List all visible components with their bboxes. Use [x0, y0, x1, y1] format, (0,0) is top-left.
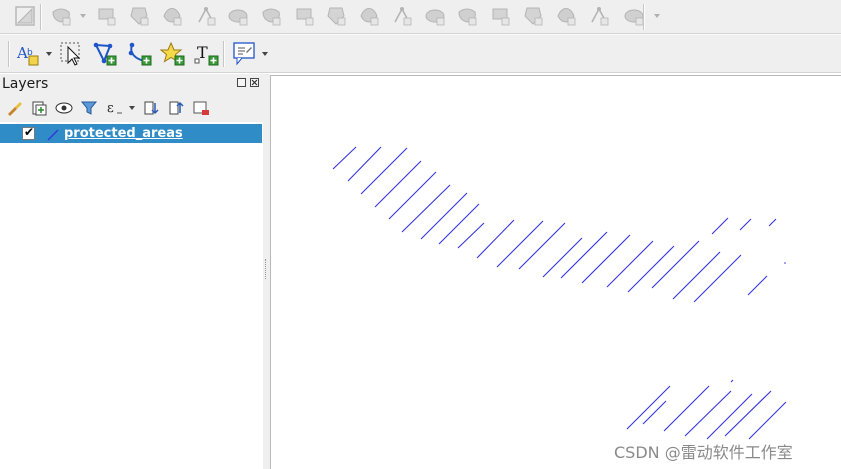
- dropdown-arrow-icon[interactable]: [654, 14, 660, 18]
- polygon-hatch-line: [496, 220, 544, 268]
- polygon-hatch-line: [711, 217, 729, 235]
- add-text-annotation-icon[interactable]: T: [194, 41, 220, 71]
- add-group-icon[interactable]: [30, 99, 48, 121]
- collapse-all-icon[interactable]: [167, 99, 185, 121]
- delete-feature-icon[interactable]: [127, 4, 151, 32]
- line-layer-symbol-icon: [46, 127, 60, 141]
- polygon-hatch-line: [693, 254, 742, 303]
- layer-row-protected-areas[interactable]: ✔ protected_areas: [0, 124, 262, 143]
- add-polygon-icon[interactable]: [92, 41, 118, 71]
- polygon-hatch-line: [672, 251, 721, 300]
- polygon-hatch-line: [388, 171, 437, 220]
- polygon-hatch-line: [560, 231, 608, 279]
- merge-features-icon[interactable]: [521, 4, 545, 32]
- split-parts-icon[interactable]: [455, 4, 479, 32]
- toggle-editing-icon[interactable]: [13, 4, 37, 32]
- polygon-hatch-line: [332, 146, 357, 170]
- remove-layer-icon[interactable]: [192, 99, 210, 121]
- polygon-hatch-dot: [784, 262, 786, 264]
- add-feature-icon[interactable]: [49, 4, 73, 32]
- polygon-hatch-line: [374, 160, 422, 208]
- add-ring-icon[interactable]: [194, 4, 218, 32]
- polygon-hatch-line: [747, 275, 768, 296]
- splitter-grip[interactable]: [265, 259, 268, 279]
- map-rendering[interactable]: [271, 76, 841, 469]
- move-feature-icon[interactable]: [94, 4, 118, 32]
- offset-curve-icon[interactable]: [390, 4, 414, 32]
- polygon-hatch-line: [542, 237, 583, 278]
- polygon-hatch-line: [684, 390, 732, 437]
- dropdown-arrow-icon[interactable]: [80, 14, 86, 18]
- polygon-hatch-line: [663, 385, 710, 432]
- label-dropdown-arrow-icon[interactable]: [46, 52, 52, 56]
- layers-panel: Layers ε ✔ protected_areas: [0, 74, 264, 469]
- label-annotation-toolbar: Ab T: [0, 34, 841, 73]
- vertex-tool-icon[interactable]: [423, 4, 447, 32]
- polygon-hatch-line: [476, 219, 515, 259]
- polygon-hatch-line: [581, 234, 631, 284]
- toolbar-separator: [643, 4, 645, 30]
- polygon-hatch-line: [768, 218, 777, 227]
- filter-legend-icon[interactable]: [80, 99, 98, 121]
- layer-visibility-checkbox[interactable]: ✔: [22, 125, 35, 140]
- select-features-icon[interactable]: [59, 41, 85, 71]
- annotation-dropdown-arrow-icon[interactable]: [262, 52, 268, 56]
- map-canvas[interactable]: [270, 75, 841, 469]
- polygon-hatch-line: [420, 192, 468, 240]
- delete-part-icon[interactable]: [324, 4, 348, 32]
- fill-ring-icon[interactable]: [259, 4, 283, 32]
- split-features-icon[interactable]: [488, 4, 512, 32]
- polygon-hatch-line: [606, 240, 654, 288]
- add-line-icon[interactable]: [127, 41, 153, 71]
- style-brush-icon[interactable]: [5, 99, 23, 121]
- delete-ring-icon[interactable]: [292, 4, 316, 32]
- polygon-hatch-line: [457, 222, 485, 249]
- polygon-hatch-line: [730, 379, 734, 383]
- add-part-icon[interactable]: [226, 4, 250, 32]
- checkmark: ✔: [24, 125, 35, 139]
- annotation-options-icon[interactable]: [232, 41, 258, 71]
- polygon-hatch-line: [651, 240, 700, 289]
- polygon-hatch-line: [627, 245, 675, 293]
- toolbar-separator: [40, 4, 42, 30]
- layer-tree[interactable]: ✔ protected_areas: [0, 122, 263, 469]
- layers-panel-toolbar: ε: [0, 94, 263, 122]
- polygon-hatch-line: [347, 146, 382, 182]
- layers-panel-title: Layers: [2, 76, 49, 92]
- label-toolbar-icons: Ab T: [0, 35, 841, 72]
- visibility-eye-icon[interactable]: [55, 99, 73, 121]
- add-point-star-icon[interactable]: [159, 41, 186, 71]
- close-panel-icon[interactable]: [250, 78, 259, 87]
- label-tool-icon[interactable]: Ab: [16, 41, 42, 71]
- polygon-hatch-line: [360, 147, 408, 195]
- layer-name[interactable]: protected_areas: [64, 126, 183, 141]
- rotate-feature-icon[interactable]: [160, 4, 184, 32]
- svg-text:ε: ε: [107, 101, 114, 116]
- expression-dropdown-arrow-icon[interactable]: [129, 106, 135, 110]
- polygon-hatch-line: [739, 218, 752, 231]
- layers-panel-titlebar: Layers: [0, 74, 263, 94]
- filter-expression-icon[interactable]: ε: [106, 99, 124, 121]
- expand-all-icon[interactable]: [142, 99, 160, 121]
- toolbar-separator: [223, 41, 225, 67]
- reshape-features-icon[interactable]: [357, 4, 381, 32]
- digitizing-toolbar: [0, 0, 841, 34]
- digitizing-toolbar-icons: [0, 0, 841, 33]
- panel-splitter[interactable]: [263, 74, 270, 469]
- polygon-hatch-line: [401, 184, 451, 233]
- merge-attributes-icon[interactable]: [554, 4, 578, 32]
- float-panel-icon[interactable]: [237, 78, 246, 87]
- polygon-hatch-line: [438, 203, 480, 245]
- toolbar-separator: [8, 41, 10, 67]
- polygon-hatch-line: [642, 400, 667, 425]
- simplify-feature-icon[interactable]: [587, 4, 611, 32]
- polygon-hatch-line: [626, 385, 671, 430]
- layers-panel-toolbar-icons: ε: [0, 94, 263, 122]
- watermark: CSDN @雷动软件工作室: [614, 443, 793, 462]
